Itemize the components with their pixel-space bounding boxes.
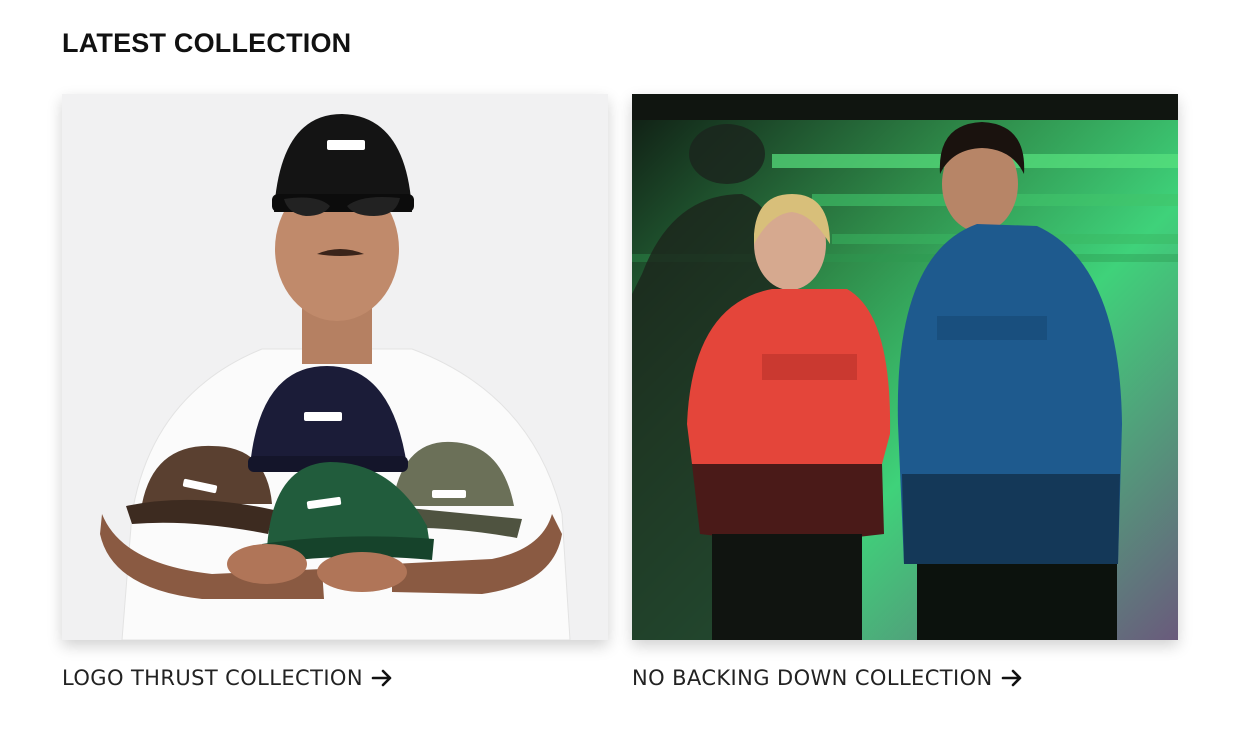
collection-link-label: NO BACKING DOWN COLLECTION [632, 666, 993, 690]
collection-image-logo-thrust[interactable] [62, 94, 608, 640]
collection-link-no-backing-down[interactable]: NO BACKING DOWN COLLECTION [632, 666, 1023, 690]
caps-model-photo [62, 94, 608, 640]
latest-collection-section: LATEST COLLECTION LOGO THRUST COLLECTION… [0, 0, 1240, 738]
arrow-right-icon [371, 669, 392, 687]
collection-link-label: LOGO THRUST COLLECTION [62, 666, 363, 690]
collection-card-no-backing-down: NO BACKING DOWN COLLECTION [632, 94, 1178, 690]
section-title: LATEST COLLECTION [62, 28, 352, 58]
collection-link-logo-thrust[interactable]: LOGO THRUST COLLECTION [62, 666, 393, 690]
hoodies-models-photo [632, 94, 1178, 640]
collection-card-logo-thrust: LOGO THRUST COLLECTION [62, 94, 608, 690]
arrow-right-icon [1001, 669, 1021, 687]
collection-image-no-backing-down[interactable] [632, 94, 1178, 640]
